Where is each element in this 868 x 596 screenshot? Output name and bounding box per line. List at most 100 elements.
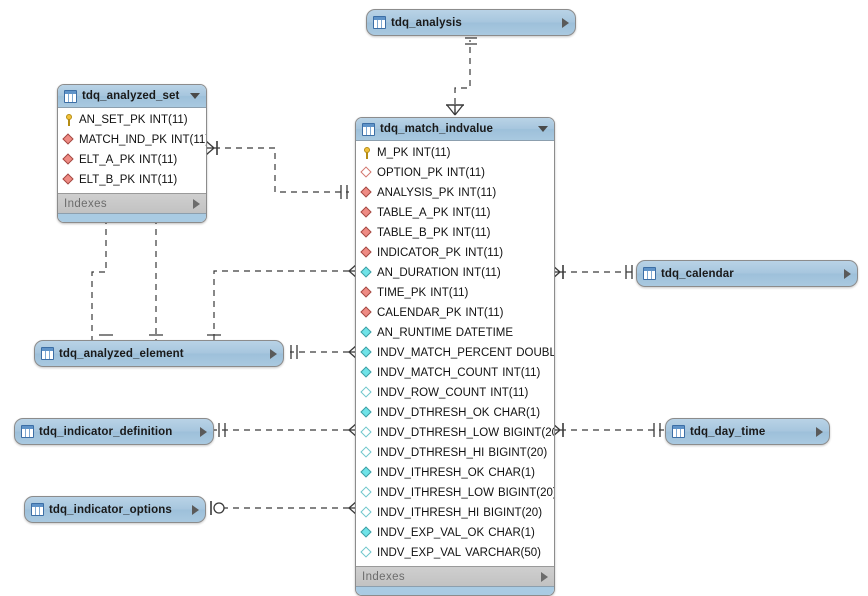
indexes-section[interactable]: Indexes [356, 566, 554, 586]
column-required-icon [360, 326, 373, 339]
table-tdq-day-time[interactable]: tdq_day_time [665, 418, 830, 445]
table-header[interactable]: tdq_analyzed_set [58, 85, 206, 108]
column-row[interactable]: INDV_ROW_COUNT INT(11) [356, 383, 554, 403]
column-name: INDV_DTHRESH_LOW [377, 427, 500, 439]
table-header[interactable]: tdq_match_indvalue [356, 118, 554, 141]
column-name: INDV_DTHRESH_OK [377, 407, 490, 419]
column-row[interactable]: AN_RUNTIME DATETIME [356, 323, 554, 343]
column-row[interactable]: INDICATOR_PK INT(11) [356, 243, 554, 263]
column-row[interactable]: INDV_EXP_VAL VARCHAR(50) [356, 543, 554, 563]
column-type: INT(11) [502, 367, 541, 379]
er-diagram-canvas[interactable]: tdq_analysis tdq_analyzed_set AN_SET_PK … [0, 0, 868, 596]
foreign-key-nullable-icon [360, 166, 373, 179]
column-type: CHAR(1) [488, 467, 535, 479]
caret-right-icon[interactable] [844, 268, 851, 279]
column-row[interactable]: INDV_DTHRESH_HI BIGINT(20) [356, 443, 554, 463]
table-tdq-analysis[interactable]: tdq_analysis [366, 9, 576, 36]
rel-set-element-a [91, 218, 107, 345]
foreign-key-required-icon [62, 153, 75, 166]
table-tdq-calendar[interactable]: tdq_calendar [636, 260, 858, 287]
table-header[interactable]: tdq_analysis [366, 9, 576, 36]
table-header[interactable]: tdq_day_time [665, 418, 830, 445]
column-name: TABLE_B_PK [377, 227, 449, 239]
column-row[interactable]: ELT_A_PK INT(11) [58, 150, 206, 170]
column-name: TIME_PK [377, 287, 427, 299]
column-type: INT(11) [452, 227, 491, 239]
table-name: tdq_analyzed_element [59, 347, 184, 360]
column-row[interactable]: AN_DURATION INT(11) [356, 263, 554, 283]
column-row[interactable]: CALENDAR_PK INT(11) [356, 303, 554, 323]
foreign-key-required-icon [62, 173, 75, 186]
table-tdq-match-indvalue[interactable]: tdq_match_indvalue M_PK INT(11) OPTION_PK I… [355, 117, 555, 596]
table-tdq-analyzed-set[interactable]: tdq_analyzed_set AN_SET_PK INT(11) MATCH… [57, 84, 207, 223]
column-nullable-icon [360, 446, 373, 459]
column-nullable-icon [360, 386, 373, 399]
column-type: BIGINT(20) [497, 487, 555, 499]
table-header[interactable]: tdq_calendar [636, 260, 858, 287]
column-row[interactable]: INDV_ITHRESH_LOW BIGINT(20) [356, 483, 554, 503]
caret-right-icon[interactable] [541, 571, 548, 582]
column-nullable-icon [360, 426, 373, 439]
column-type: INT(11) [149, 114, 188, 126]
indexes-section[interactable]: Indexes [58, 193, 206, 213]
table-icon [362, 122, 375, 136]
column-name: INDV_ROW_COUNT [377, 387, 487, 399]
table-footer-band [58, 213, 206, 222]
column-type: DOUBLE [516, 347, 554, 359]
column-row[interactable]: INDV_DTHRESH_OK CHAR(1) [356, 403, 554, 423]
column-name: ELT_A_PK [79, 154, 136, 166]
column-row[interactable]: AN_SET_PK INT(11) [58, 110, 206, 130]
table-tdq-analyzed-element[interactable]: tdq_analyzed_element [34, 340, 284, 367]
column-name: ANALYSIS_PK [377, 187, 455, 199]
column-row[interactable]: INDV_MATCH_COUNT INT(11) [356, 363, 554, 383]
table-name: tdq_calendar [661, 267, 734, 280]
column-row[interactable]: INDV_DTHRESH_LOWBIGINT(20) [356, 423, 554, 443]
column-row[interactable]: ANALYSIS_PK INT(11) [356, 183, 554, 203]
column-name: INDV_ITHRESH_HI [377, 507, 480, 519]
column-row[interactable]: M_PK INT(11) [356, 143, 554, 163]
column-row[interactable]: INDV_ITHRESH_OK CHAR(1) [356, 463, 554, 483]
table-header[interactable]: tdq_indicator_options [24, 496, 206, 523]
table-header[interactable]: tdq_indicator_definition [14, 418, 214, 445]
column-name: AN_DURATION [377, 267, 459, 279]
caret-right-icon[interactable] [562, 17, 569, 28]
column-type: INT(11) [452, 207, 491, 219]
foreign-key-required-icon [360, 286, 373, 299]
column-row[interactable]: INDV_MATCH_PERCENTDOUBLE [356, 343, 554, 363]
table-tdq-indicator-options[interactable]: tdq_indicator_options [24, 496, 206, 523]
caret-right-icon[interactable] [200, 426, 207, 437]
table-icon [64, 89, 77, 103]
caret-right-icon[interactable] [192, 504, 199, 515]
caret-right-icon[interactable] [816, 426, 823, 437]
foreign-key-required-icon [360, 306, 373, 319]
caret-right-icon[interactable] [270, 348, 277, 359]
column-row[interactable]: OPTION_PK INT(11) [356, 163, 554, 183]
column-required-icon [360, 346, 373, 359]
caret-right-icon[interactable] [193, 198, 200, 209]
column-row[interactable]: TABLE_B_PK INT(11) [356, 223, 554, 243]
table-tdq-indicator-definition[interactable]: tdq_indicator_definition [14, 418, 214, 445]
column-list: M_PK INT(11) OPTION_PK INT(11) ANALYSIS_PK IN… [356, 141, 554, 566]
caret-down-icon[interactable] [190, 93, 200, 99]
table-header[interactable]: tdq_analyzed_element [34, 340, 284, 367]
column-row[interactable]: INDV_ITHRESH_HI BIGINT(20) [356, 503, 554, 523]
column-name: TABLE_A_PK [377, 207, 449, 219]
primary-key-icon [361, 147, 373, 159]
column-name: INDICATOR_PK [377, 247, 461, 259]
column-type: INT(11) [446, 167, 485, 179]
column-name: INDV_EXP_VAL_OK [377, 527, 485, 539]
column-row[interactable]: INDV_EXP_VAL_OK CHAR(1) [356, 523, 554, 543]
table-icon [672, 425, 685, 438]
card-zero-one-indicator-opt [210, 501, 225, 515]
column-type: INT(11) [412, 147, 451, 159]
caret-down-icon[interactable] [538, 126, 548, 132]
column-name: INDV_ITHRESH_LOW [377, 487, 494, 499]
column-row[interactable]: ELT_B_PK INT(11) [58, 170, 206, 190]
column-row[interactable]: TIME_PK INT(11) [356, 283, 554, 303]
foreign-key-required-icon [62, 133, 75, 146]
column-type: INT(11) [458, 187, 497, 199]
column-row[interactable]: TABLE_A_PK INT(11) [356, 203, 554, 223]
column-row[interactable]: MATCH_IND_PK INT(11) [58, 130, 206, 150]
column-type: INT(11) [430, 287, 469, 299]
column-required-icon [360, 366, 373, 379]
